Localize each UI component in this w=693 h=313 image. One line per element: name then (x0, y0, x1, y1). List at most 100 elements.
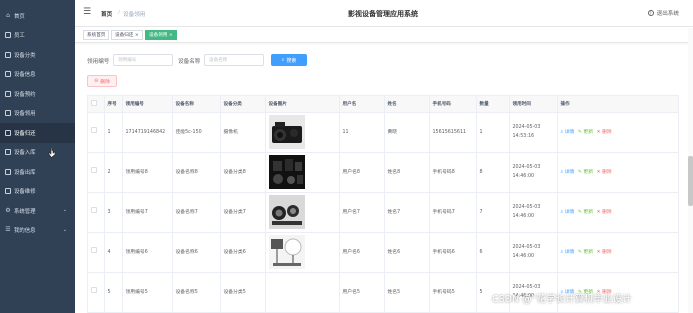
tag-home[interactable]: 系统首页 (83, 30, 110, 40)
detail-button[interactable]: ⌕ 详情 (561, 170, 575, 175)
sidebar-item-system-admin[interactable]: ⚙ 系统管理 ⌄ (0, 201, 75, 221)
row-checkbox[interactable] (91, 207, 97, 213)
sidebar-item-device-reservation[interactable]: 设备预约 (0, 84, 75, 104)
row-checkbox[interactable] (91, 167, 97, 173)
row-checkbox[interactable] (91, 247, 97, 253)
header-select-all[interactable] (88, 96, 105, 113)
detail-label: 详情 (564, 249, 575, 255)
cell-category: 摄像机 (220, 112, 266, 153)
delete-icon: ⊖ (94, 78, 99, 84)
search-icon: ⌕ (281, 57, 285, 63)
detail-button[interactable]: ⌕ 详情 (561, 250, 575, 255)
cell-time: 2024-05-03 14:53:16 (509, 112, 558, 153)
cell-category: 设备分类8 (220, 152, 266, 193)
vertical-scrollbar[interactable] (688, 28, 693, 313)
row-checkbox[interactable] (91, 127, 97, 133)
column-header: 手机号码 (429, 96, 477, 113)
cell-code: 1714719146842 (122, 112, 173, 153)
home-icon: ⌂ (6, 11, 10, 19)
cell-category: 设备分类6 (220, 232, 266, 273)
sidebar-item-home[interactable]: ⌂ 首页 (0, 6, 75, 26)
breadcrumb-home[interactable]: 首页 (101, 10, 112, 18)
tag-device-return[interactable]: 设备归还 × (111, 30, 143, 40)
cell-username: 用户名5 (339, 272, 385, 312)
scrollbar-thumb[interactable] (688, 156, 693, 206)
cell-quantity: 1 (476, 112, 510, 153)
cell-phone: 手机号码6 (429, 232, 477, 273)
table-row: 1 1714719146842 佳能5c-150 摄像机 11 黄晓 15615… (88, 112, 678, 153)
logout-label: 退出系统 (656, 11, 679, 17)
menu-grid-icon (5, 188, 11, 195)
cell-quantity: 6 (476, 232, 510, 273)
cell-category: 设备分类5 (220, 272, 266, 312)
device-image (268, 195, 305, 229)
column-header: 设备图片 (265, 96, 340, 113)
edit-button[interactable]: ✎ 更新 (578, 210, 593, 215)
row-select[interactable] (88, 112, 105, 153)
sidebar-item-device-repair[interactable]: 设备维修 (0, 182, 75, 202)
cell-realname: 黄晓 (384, 112, 430, 153)
edit-button[interactable]: ✎ 更新 (578, 170, 593, 175)
menu-grid-icon (5, 51, 11, 58)
gear-icon: ⚙ (5, 206, 11, 214)
batch-delete-button[interactable]: ⊖ 删除 (87, 75, 117, 87)
row-select[interactable] (88, 192, 105, 233)
cell-device-name: 设备名称6 (172, 232, 221, 273)
logout-button[interactable]: ? 退出系统 (647, 9, 679, 17)
borrow-code-input[interactable]: 领用编号 (113, 54, 173, 66)
sidebar-item-device-stock-in[interactable]: 设备入库 (0, 143, 75, 163)
table-header: 序号 领用编号 设备名称 设备分类 设备图片 用户名 姓名 手机号码 数量 领用… (88, 96, 678, 113)
sidebar-item-device-category[interactable]: 设备分类 (0, 45, 75, 65)
row-checkbox[interactable] (91, 287, 97, 293)
table-row: 4 领用编号6 设备名称6 设备分类6 用户名6 姓名6 手机号码6 6 202… (88, 232, 678, 273)
delete-button[interactable]: ✕ 删除 (597, 170, 612, 175)
search-button[interactable]: ⌕ 搜索 (271, 54, 307, 66)
edit-button[interactable]: ✎ 更新 (578, 250, 593, 255)
row-select[interactable] (88, 152, 105, 193)
column-header: 设备分类 (220, 96, 266, 113)
sidebar-item-device-stock-out[interactable]: 设备出库 (0, 162, 75, 182)
detail-label: 详情 (564, 129, 575, 135)
edit-button[interactable]: ✎ 更新 (578, 130, 593, 135)
delete-button[interactable]: ✕ 删除 (597, 210, 612, 215)
sidebar-item-staff[interactable]: 员工 (0, 26, 75, 46)
sidebar-item-label: 设备领用 (14, 111, 36, 118)
device-name-input[interactable]: 设备名称 (204, 54, 264, 66)
breadcrumb-separator: / (118, 10, 120, 16)
detail-label: 详情 (564, 209, 575, 215)
column-header: 操作 (557, 96, 678, 113)
menu-grid-icon (5, 110, 11, 117)
column-header: 姓名 (384, 96, 430, 113)
row-select[interactable] (88, 232, 105, 273)
search-button-label: 搜索 (286, 57, 297, 64)
table-row: 2 领用编号8 设备名称8 设备分类8 用户名8 姓名8 手机号码8 8 202… (88, 152, 678, 193)
cell-index: 3 (104, 192, 123, 233)
select-all-checkbox[interactable] (91, 99, 97, 106)
detail-button[interactable]: ⌕ 详情 (561, 210, 575, 215)
sidebar-item-device-return[interactable]: 设备归还 (0, 123, 75, 143)
sidebar-item-my-info[interactable]: ☰ 我的信息 ⌄ (0, 221, 75, 241)
logout-icon: ? (647, 10, 654, 16)
cell-code: 领用编号5 (122, 272, 173, 312)
row-select[interactable] (88, 272, 105, 312)
column-header: 设备名称 (172, 96, 221, 113)
cell-time: 2024-05-03 14:46:00 (509, 232, 558, 273)
sidebar-item-label: 首页 (14, 13, 25, 20)
sidebar-item-device-info[interactable]: 设备信息 (0, 65, 75, 85)
cell-time: 2024-05-03 14:46:00 (509, 152, 558, 193)
cell-image (265, 192, 340, 233)
sidebar-item-label: 设备维修 (14, 189, 36, 196)
tag-device-borrow[interactable]: 设备领用 × (145, 30, 177, 40)
sidebar-item-label: 设备分类 (14, 52, 36, 59)
sidebar: ⌂ 首页 员工 设备分类 设备信息 设备预约 设备领用 设备归还 设备入库 设备… (0, 0, 75, 313)
cell-quantity: 8 (476, 152, 510, 193)
delete-button[interactable]: ✕ 删除 (597, 130, 612, 135)
column-header: 用户名 (339, 96, 385, 113)
cell-time: 2024-05-03 14:46:00 (509, 192, 558, 233)
delete-button[interactable]: ✕ 删除 (597, 250, 612, 255)
menu-fold-icon[interactable]: ☰ (83, 7, 91, 17)
sidebar-item-device-borrow[interactable]: 设备领用 (0, 104, 75, 124)
cell-phone: 手机号码5 (429, 272, 477, 312)
detail-button[interactable]: ⌕ 详情 (561, 130, 575, 135)
cell-index: 1 (104, 112, 123, 153)
